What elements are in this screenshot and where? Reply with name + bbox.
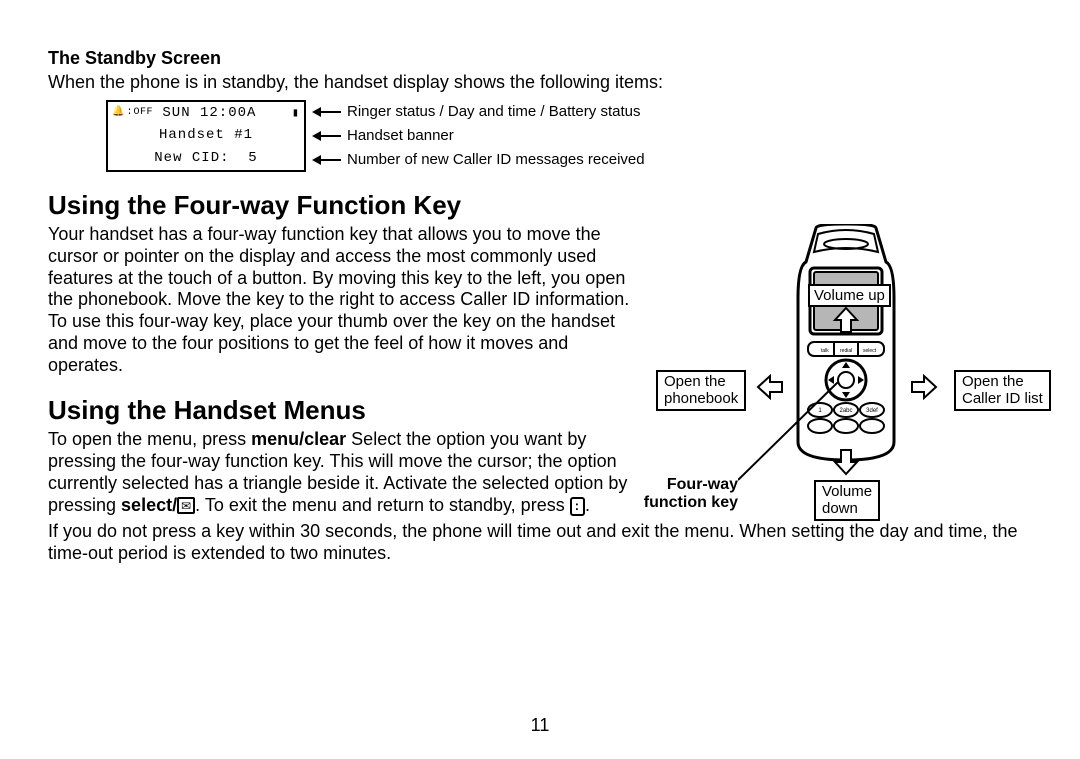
label-open-cid-2: Caller ID list xyxy=(962,390,1043,407)
lcd-annotations: Ringer status / Day and time / Battery s… xyxy=(312,100,645,172)
page-number: 11 xyxy=(0,715,1080,737)
fourway-para: Your handset has a four-way function key… xyxy=(48,224,633,378)
menus-select: select/ xyxy=(121,495,177,515)
arrow-up-icon xyxy=(831,306,861,336)
lcd-diagram: 🔔: OFF SUN 12:00A ▮ Handset #1 New CID: … xyxy=(106,100,1032,172)
end-key-icon: : xyxy=(570,497,585,516)
lcd-new-cid: New CID: 5 xyxy=(154,150,257,167)
battery-icon: ▮ xyxy=(292,106,300,121)
pointer-line xyxy=(738,382,846,486)
standby-title: The Standby Screen xyxy=(48,48,1032,70)
fourway-title: Using the Four-way Function Key xyxy=(48,190,1032,222)
lcd-screen: 🔔: OFF SUN 12:00A ▮ Handset #1 New CID: … xyxy=(106,100,306,172)
arrow-left-icon xyxy=(312,151,341,169)
menus-menuclear: menu/clear xyxy=(251,429,346,449)
annot-row-3: Number of new Caller ID messages receive… xyxy=(312,151,645,169)
arrow-right-big-icon xyxy=(908,372,938,402)
svg-text:talk: talk xyxy=(821,348,829,354)
label-open-cid-1: Open the xyxy=(962,373,1043,390)
lcd-row-1: 🔔: OFF SUN 12:00A ▮ xyxy=(112,103,300,123)
menus-p1c: . To exit the menu and return to standby… xyxy=(195,495,570,515)
annot-text-1: Ringer status / Day and time / Battery s… xyxy=(347,103,640,121)
page-root: The Standby Screen When the phone is in … xyxy=(0,0,1080,759)
standby-intro: When the phone is in standby, the handse… xyxy=(48,72,1032,94)
lcd-daytime: SUN 12:00A xyxy=(162,105,256,122)
annot-text-3: Number of new Caller ID messages receive… xyxy=(347,151,645,169)
annot-row-2: Handset banner xyxy=(312,127,645,145)
arrow-left-icon xyxy=(312,103,341,121)
label-volume-down-2: down xyxy=(822,500,872,517)
annot-row-1: Ringer status / Day and time / Battery s… xyxy=(312,103,645,121)
label-volume-up: Volume up xyxy=(808,284,891,307)
label-fourway-key: Four-way function key xyxy=(642,476,738,512)
lcd-banner: Handset #1 xyxy=(159,127,253,144)
label-open-cid: Open the Caller ID list xyxy=(954,370,1051,411)
label-open-phonebook-1: Open the xyxy=(664,373,738,390)
svg-text:redial: redial xyxy=(840,348,852,354)
label-fourway-2: function key xyxy=(642,494,738,512)
lcd-row-2: Handset #1 xyxy=(112,126,300,146)
annot-text-2: Handset banner xyxy=(347,127,454,145)
lcd-ringer-off: OFF xyxy=(133,107,153,119)
svg-text:select: select xyxy=(863,348,877,354)
phone-diagram: talk redial select 12abc3def xyxy=(656,224,1056,544)
envelope-key-icon: ✉ xyxy=(177,497,195,514)
label-fourway-1: Four-way xyxy=(642,476,738,494)
bell-icon: 🔔 xyxy=(112,107,125,119)
menus-p1a: To open the menu, press xyxy=(48,429,251,449)
menus-p1d: . xyxy=(585,495,590,515)
lcd-row-3: New CID: 5 xyxy=(112,149,300,169)
menus-p1: To open the menu, press menu/clear Selec… xyxy=(48,429,633,517)
label-volume-up-text: Volume up xyxy=(814,287,885,304)
label-open-phonebook-2: phonebook xyxy=(664,390,738,407)
label-volume-down: Volume down xyxy=(814,480,880,521)
arrow-left-icon xyxy=(312,127,341,145)
svg-text:3def: 3def xyxy=(866,408,878,414)
label-open-phonebook: Open the phonebook xyxy=(656,370,746,411)
